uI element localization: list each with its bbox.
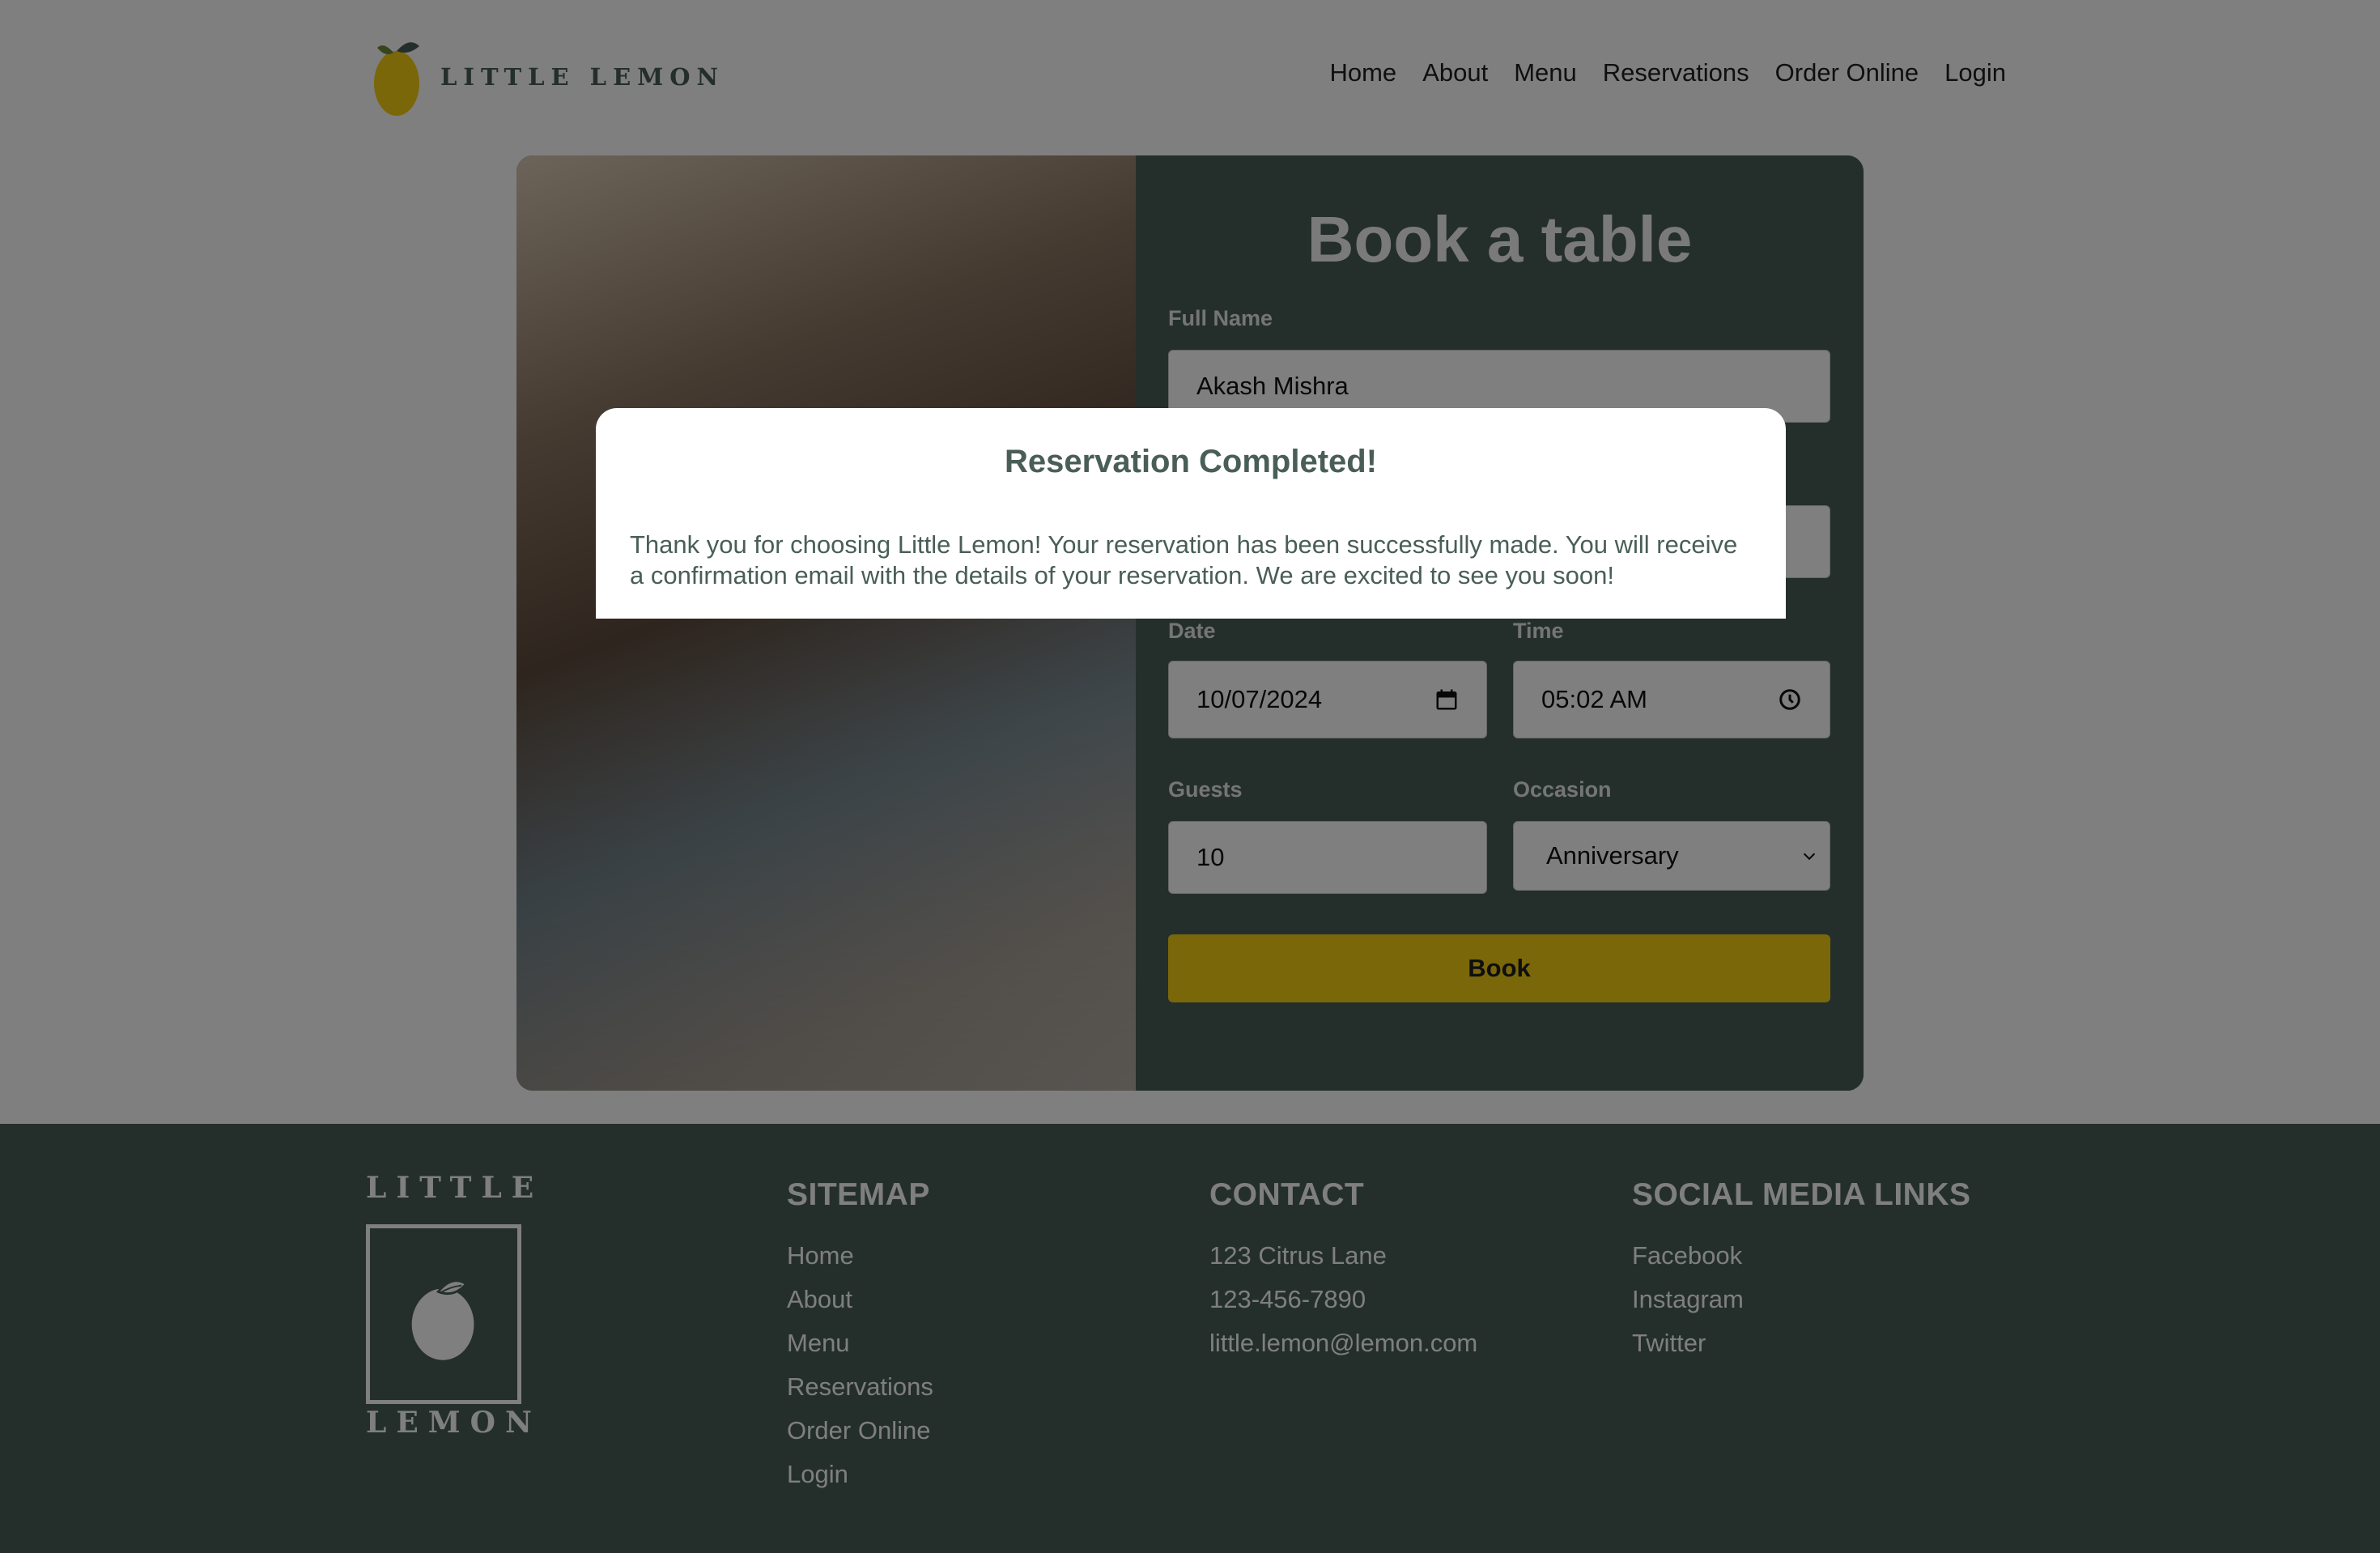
modal-message: Thank you for choosing Little Lemon! You… — [630, 530, 1738, 589]
modal-title: Reservation Completed! — [1004, 444, 1378, 479]
reservation-modal: Reservation Completed! Thank you for cho… — [596, 408, 1786, 619]
modal-overlay[interactable] — [0, 0, 2380, 1553]
